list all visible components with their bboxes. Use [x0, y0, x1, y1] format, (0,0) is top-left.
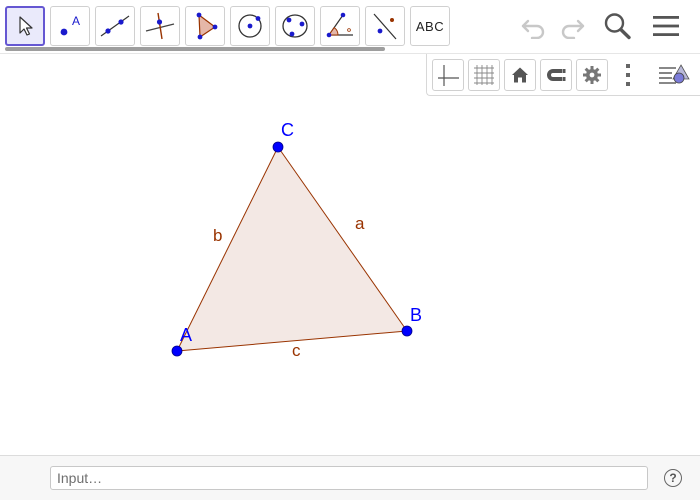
text-tool-label: ABC	[415, 18, 445, 34]
triangle-polygon[interactable]	[177, 147, 407, 351]
perpendicular-line-tool-button[interactable]	[140, 6, 180, 46]
graphics-settings-button[interactable]	[576, 59, 608, 91]
graphics-style-bar	[426, 54, 700, 96]
input-bar: ?	[0, 455, 700, 500]
toggle-style-bar-button[interactable]	[658, 59, 690, 91]
line-tool-button[interactable]	[95, 6, 135, 46]
circle-three-points-icon	[282, 14, 308, 38]
toolbar-scrollbar[interactable]	[5, 47, 385, 51]
cursor-arrow-icon	[19, 16, 33, 36]
polygon-icon	[196, 12, 218, 40]
search-button[interactable]	[600, 10, 636, 42]
perpendicular-line-icon	[145, 12, 175, 40]
point-icon: A	[60, 14, 80, 36]
toggle-style-bar-icon	[659, 64, 690, 84]
snap-magnet-icon	[547, 69, 566, 81]
main-menu-button[interactable]	[648, 10, 684, 42]
grid-icon	[474, 65, 494, 85]
move-tool-button[interactable]	[5, 6, 45, 46]
point-c[interactable]	[272, 141, 284, 153]
undo-button[interactable]	[516, 10, 552, 42]
segment-label-c: c	[292, 341, 301, 360]
polygon-tool-button[interactable]	[185, 6, 225, 46]
circle-center-icon	[238, 14, 262, 38]
redo-button[interactable]	[554, 10, 590, 42]
graphics-canvas[interactable]: a b c A B C	[0, 54, 700, 455]
circle-center-point-tool-button[interactable]	[230, 6, 270, 46]
angle-icon	[326, 12, 353, 38]
text-tool-button[interactable]: ABC	[410, 6, 450, 46]
point-a[interactable]	[171, 345, 183, 357]
segment-label-a: a	[355, 214, 365, 233]
redo-icon	[561, 19, 585, 39]
angle-tool-button[interactable]	[320, 6, 360, 46]
more-vertical-icon	[626, 64, 630, 86]
search-icon	[604, 13, 631, 40]
circle-three-points-tool-button[interactable]	[275, 6, 315, 46]
point-label-c: C	[281, 120, 294, 140]
undo-icon	[521, 19, 545, 39]
settings-gear-icon	[583, 66, 601, 84]
graphics-view[interactable]: a b c A B C	[0, 54, 700, 455]
point-label-b: B	[410, 305, 422, 325]
segment-label-b: b	[213, 226, 222, 245]
reflect-about-line-tool-button[interactable]	[365, 6, 405, 46]
more-options-button[interactable]	[612, 59, 644, 91]
algebra-input-field[interactable]	[50, 466, 648, 490]
point-capturing-button[interactable]	[540, 59, 572, 91]
point-tool-label: A	[72, 14, 80, 28]
toolbar: A ABC	[0, 0, 700, 51]
toggle-grid-button[interactable]	[468, 59, 500, 91]
geogebra-app: A ABC a b c A B C Input… ?	[0, 0, 700, 500]
point-tool-button[interactable]: A	[50, 6, 90, 46]
axes-icon	[438, 65, 459, 86]
point-b[interactable]	[401, 325, 413, 337]
standard-view-button[interactable]	[504, 59, 536, 91]
toggle-axes-button[interactable]	[432, 59, 464, 91]
reflect-line-icon	[373, 13, 397, 40]
input-help-button[interactable]: ?	[664, 469, 682, 487]
home-icon	[512, 67, 528, 83]
line-through-points-icon	[100, 15, 130, 37]
menu-icon	[653, 16, 679, 36]
point-label-a: A	[180, 325, 192, 345]
help-icon: ?	[669, 471, 677, 485]
